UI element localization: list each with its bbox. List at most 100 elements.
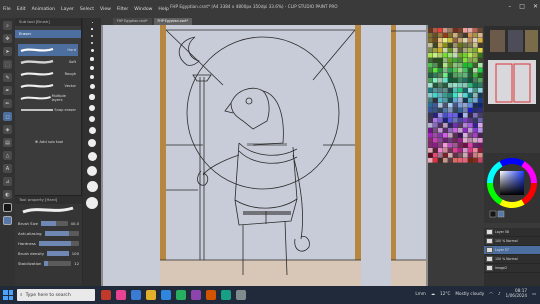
menu-help[interactable]: Help [158, 7, 168, 12]
color-swatch[interactable] [468, 143, 473, 148]
figure-tool-icon[interactable]: △ [3, 151, 12, 160]
color-swatch[interactable] [478, 73, 483, 78]
color-swatch[interactable] [458, 58, 463, 63]
color-swatch[interactable] [443, 113, 448, 118]
color-swatch[interactable] [453, 108, 458, 113]
color-swatch[interactable] [448, 123, 453, 128]
color-swatch[interactable] [468, 103, 473, 108]
app-icon-edge[interactable] [131, 290, 141, 300]
color-swatch[interactable] [448, 133, 453, 138]
color-swatch[interactable] [473, 103, 478, 108]
selection-tool-icon[interactable]: ⬚ [3, 60, 12, 69]
color-swatch[interactable] [468, 48, 473, 53]
color-swatch[interactable] [468, 68, 473, 73]
color-swatch[interactable] [443, 143, 448, 148]
color-swatch[interactable] [458, 78, 463, 83]
color-swatch[interactable] [443, 153, 448, 158]
color-swatch[interactable] [463, 123, 468, 128]
color-swatch[interactable] [443, 43, 448, 48]
color-swatch[interactable] [433, 28, 438, 33]
color-swatch[interactable] [463, 128, 468, 133]
size-dot[interactable] [87, 166, 97, 176]
color-swatch[interactable] [433, 73, 438, 78]
size-dot[interactable] [91, 28, 93, 30]
color-swatch[interactable] [463, 133, 468, 138]
color-swatch[interactable] [468, 118, 473, 123]
color-swatch[interactable] [458, 93, 463, 98]
color-swatch[interactable] [468, 33, 473, 38]
color-swatch[interactable] [478, 63, 483, 68]
color-swatch[interactable] [448, 128, 453, 133]
size-dot[interactable] [88, 127, 96, 134]
color-swatch[interactable] [468, 73, 473, 78]
color-swatch[interactable] [473, 63, 478, 68]
sub-color-swatch[interactable] [3, 216, 12, 225]
color-swatch[interactable] [463, 113, 468, 118]
color-swatch[interactable] [448, 113, 453, 118]
color-swatch[interactable] [428, 118, 433, 123]
color-swatch[interactable] [463, 103, 468, 108]
color-swatch[interactable] [443, 108, 448, 113]
color-swatch[interactable] [428, 103, 433, 108]
color-swatch[interactable] [478, 123, 483, 128]
color-swatch[interactable] [453, 48, 458, 53]
color-swatch[interactable] [468, 83, 473, 88]
color-swatch[interactable] [468, 128, 473, 133]
color-swatch[interactable] [468, 38, 473, 43]
brush-density-slider[interactable] [47, 250, 69, 256]
color-swatch[interactable] [453, 73, 458, 78]
color-swatch[interactable] [433, 138, 438, 143]
brush-tool-icon[interactable]: ✏ [3, 99, 12, 108]
menu-layer[interactable]: Layer [61, 7, 74, 12]
color-swatch[interactable] [453, 28, 458, 33]
color-swatch[interactable] [448, 73, 453, 78]
color-swatch[interactable] [443, 68, 448, 73]
color-swatch[interactable] [448, 103, 453, 108]
color-swatch[interactable] [443, 138, 448, 143]
color-swatch[interactable] [433, 133, 438, 138]
menu-edit[interactable]: Edit [17, 7, 26, 12]
color-swatch[interactable] [438, 113, 443, 118]
size-dot[interactable] [91, 22, 93, 23]
color-swatch[interactable] [448, 43, 453, 48]
color-swatch[interactable] [473, 88, 478, 93]
color-swatch[interactable] [473, 43, 478, 48]
color-swatch[interactable] [443, 93, 448, 98]
color-swatch[interactable] [473, 158, 478, 163]
size-dot[interactable] [86, 181, 98, 192]
size-dot[interactable] [89, 104, 95, 111]
color-swatch[interactable] [433, 98, 438, 103]
color-swatch[interactable] [428, 38, 433, 43]
color-swatch[interactable] [453, 58, 458, 63]
color-swatch[interactable] [438, 78, 443, 83]
color-swatch[interactable] [478, 128, 483, 133]
color-swatch[interactable] [438, 33, 443, 38]
color-swatch[interactable] [438, 38, 443, 43]
menu-animation[interactable]: Animation [32, 7, 55, 12]
color-swatch[interactable] [448, 93, 453, 98]
color-swatch[interactable] [453, 148, 458, 153]
text-tool-icon[interactable]: A [3, 164, 12, 173]
color-swatch[interactable] [473, 53, 478, 58]
color-swatch[interactable] [463, 148, 468, 153]
color-swatch[interactable] [453, 118, 458, 123]
color-swatch[interactable] [428, 158, 433, 163]
eraser-tool-icon[interactable]: ◻ [3, 112, 12, 121]
color-swatch[interactable] [428, 108, 433, 113]
color-swatch[interactable] [458, 63, 463, 68]
color-swatch[interactable] [438, 48, 443, 53]
color-swatch[interactable] [468, 138, 473, 143]
color-swatch[interactable] [428, 138, 433, 143]
app-icon-file-explorer[interactable] [146, 290, 156, 300]
anti-aliasing-selector[interactable] [44, 230, 79, 236]
color-swatch[interactable] [463, 78, 468, 83]
color-swatch[interactable] [473, 73, 478, 78]
color-swatch[interactable] [463, 73, 468, 78]
color-swatch[interactable] [438, 58, 443, 63]
color-swatch[interactable] [463, 158, 468, 163]
subtool-group-eraser[interactable]: Eraser [15, 30, 81, 38]
brush-item-hard[interactable]: Hard [18, 44, 78, 56]
color-swatch[interactable] [428, 123, 433, 128]
size-dot[interactable] [90, 65, 94, 70]
hardness-row[interactable]: Hardness [15, 238, 82, 248]
